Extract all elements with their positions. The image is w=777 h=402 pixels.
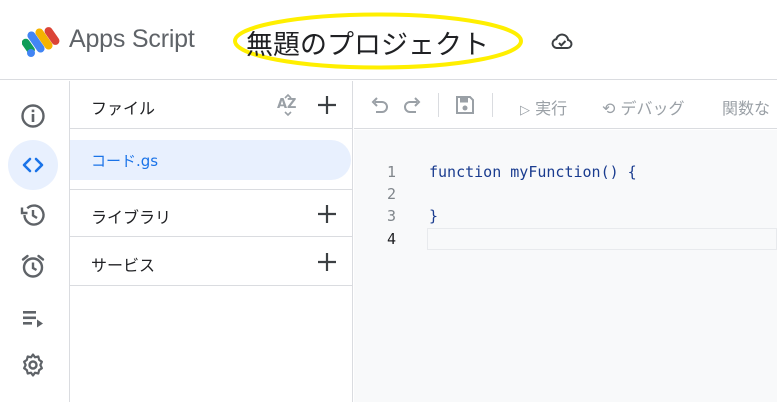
code-icon [22,157,44,173]
code-text[interactable]: } [429,207,438,225]
file-item-code-gs[interactable]: コード.gs [70,140,351,180]
line-number: 3 [386,207,396,225]
code-line[interactable]: 4 [354,228,777,250]
line-number: 1 [386,163,396,181]
code-line[interactable]: 3 } [354,205,777,227]
app-name[interactable]: Apps Script [69,25,195,54]
toolbar-divider [438,93,439,117]
files-header: ファイル AZ [70,81,353,129]
file-name: コード.gs [91,152,159,170]
code-line[interactable]: 1 function myFunction() { [354,161,777,183]
code-line[interactable]: 2 [354,183,777,205]
libraries-header: ライブラリ [70,189,353,237]
project-title[interactable]: 無題のプロジェクト [246,23,489,62]
sort-az-icon[interactable]: AZ [276,93,300,119]
add-file-icon[interactable] [315,93,339,117]
settings-button[interactable] [8,340,58,390]
function-select-label: 関数な [722,99,771,118]
project-title-wrapper[interactable]: 無題のプロジェクト [232,12,524,70]
left-navigation-rail [0,81,70,402]
services-label: サービス [91,256,156,275]
triggers-button[interactable] [8,241,58,291]
add-service-icon[interactable] [315,250,339,274]
editor-button[interactable] [8,140,58,190]
save-icon[interactable] [454,94,476,116]
line-number: 4 [386,230,396,248]
debug-button[interactable]: ⟲ デバッグ [602,95,685,119]
executions-button[interactable] [8,293,58,343]
run-label: 実行 [535,99,568,118]
history-button[interactable] [8,190,58,240]
svg-text:AZ: AZ [277,97,297,112]
history-icon [20,204,45,226]
run-icon: ▷ [520,103,530,118]
function-select[interactable]: 関数な [722,95,770,119]
editor-toolbar: ▷ 実行 ⟲ デバッグ 関数な [354,81,777,129]
top-bar: Apps Script 無題のプロジェクト [0,0,777,80]
redo-icon[interactable] [402,94,424,116]
files-panel: ファイル AZ コード.gs ライブラリ サービス [70,81,353,402]
apps-script-logo[interactable] [22,24,62,58]
info-icon [21,104,45,128]
overview-button[interactable] [8,91,58,141]
code-text[interactable]: function myFunction() { [429,163,637,181]
cloud-saved-icon[interactable] [550,30,574,52]
debug-icon: ⟲ [602,99,616,118]
code-editor[interactable]: 1 function myFunction() { 2 3 } 4 [354,130,777,402]
debug-label: デバッグ [620,99,685,118]
toolbar-divider [492,93,493,117]
gear-icon [23,353,43,377]
libraries-label: ライブラリ [91,208,172,227]
alarm-icon [21,254,45,278]
line-number: 2 [386,185,396,203]
files-label: ファイル [91,99,156,118]
run-button[interactable]: ▷ 実行 [520,95,567,119]
add-library-icon[interactable] [315,202,339,226]
playlist-play-icon [23,311,43,328]
services-header: サービス [70,238,353,286]
undo-icon[interactable] [368,94,390,116]
